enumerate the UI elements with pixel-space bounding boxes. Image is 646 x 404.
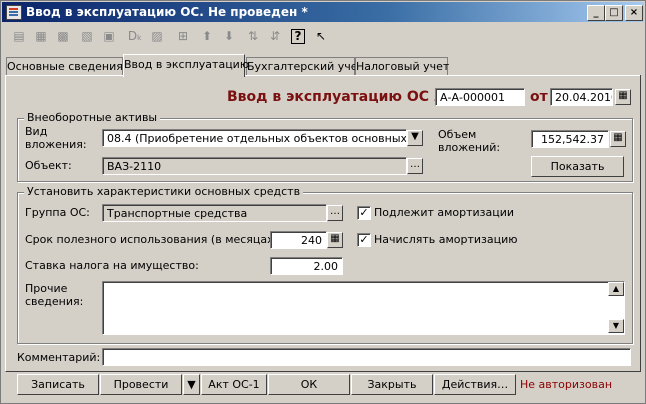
other-info-label-1: Прочие xyxy=(25,282,68,295)
maximize-button[interactable]: □ xyxy=(605,5,623,21)
title-bar[interactable]: Ввод в эксплуатацию ОС. Не проведен * _ … xyxy=(2,2,644,22)
depreciable-checkbox[interactable]: ✓ xyxy=(357,206,371,220)
post-icon[interactable]: Dₖ xyxy=(127,28,143,44)
minimize-button[interactable]: _ xyxy=(587,5,605,21)
delete-icon[interactable]: ▧ xyxy=(79,28,95,44)
accrue-depreciation-label: Начислять амортизацию xyxy=(374,233,518,246)
find-icon[interactable]: ⊞ xyxy=(175,28,191,44)
show-button[interactable]: Показать xyxy=(531,156,624,177)
comment-field[interactable] xyxy=(102,348,631,366)
tab-accounting[interactable]: Бухгалтерский учет xyxy=(246,57,364,76)
document-window: Ввод в эксплуатацию ОС. Не проведен * _ … xyxy=(0,0,646,404)
investment-type-label-2: вложения: xyxy=(25,138,87,151)
status-badge: Не авторизован xyxy=(520,378,613,391)
move-up-icon[interactable]: ⬆ xyxy=(199,28,215,44)
useful-life-field[interactable]: 240 xyxy=(270,231,327,249)
tab-main-info[interactable]: Основные сведения xyxy=(6,57,123,76)
amount-field[interactable]: 152,542.37 xyxy=(531,130,609,148)
scroll-up-icon[interactable]: ▲ xyxy=(608,282,624,296)
depreciable-label: Подлежит амортизации xyxy=(374,206,515,219)
date-field[interactable]: 20.04.2010 xyxy=(550,88,613,106)
ok-button[interactable]: ОК xyxy=(268,374,350,395)
calendar-icon[interactable]: ▦ xyxy=(615,89,631,105)
amount-label-2: вложений: xyxy=(438,141,501,154)
close-button[interactable]: × xyxy=(625,5,643,21)
date-label: от xyxy=(530,89,548,105)
copy-icon[interactable]: ▦ xyxy=(33,28,49,44)
amount-label-1: Объем xyxy=(438,128,477,141)
useful-life-label: Срок полезного использования (в месяцах)… xyxy=(25,233,282,246)
characteristics-legend: Установить характеристики основных средс… xyxy=(24,185,304,198)
noncurrent-assets-legend: Внеоборотные активы xyxy=(24,111,161,124)
act-os1-button[interactable]: Акт ОС-1 xyxy=(201,374,267,395)
scroll-down-icon[interactable]: ▼ xyxy=(608,319,624,333)
comment-label: Комментарий: xyxy=(17,351,101,364)
document-icon xyxy=(6,5,22,20)
group-os-field[interactable]: Транспортные средства xyxy=(102,204,327,222)
select-group-button[interactable]: … xyxy=(327,205,343,221)
post-menu-button[interactable]: ▼ xyxy=(183,374,200,395)
help-icon[interactable]: ? xyxy=(291,29,305,44)
tab-tax[interactable]: Налоговый учет xyxy=(355,57,449,76)
record-button[interactable]: Записать xyxy=(17,374,99,395)
actions-label: Действия xyxy=(441,378,498,391)
investment-type-select[interactable]: 08.4 (Приобретение отдельных объектов ос… xyxy=(102,129,407,147)
chevron-down-icon[interactable]: ▼ xyxy=(407,130,423,146)
group-os-label: Группа ОС: xyxy=(25,206,90,219)
tax-rate-label: Ставка налога на имущество: xyxy=(25,259,199,272)
cursor-help-icon[interactable]: ↖ xyxy=(313,28,329,44)
accrue-depreciation-checkbox[interactable]: ✓ xyxy=(357,233,371,247)
doc-number-field[interactable]: А-А-000001 xyxy=(435,88,525,106)
new-icon[interactable]: ▤ xyxy=(11,28,27,44)
move-down-icon[interactable]: ⬇ xyxy=(221,28,237,44)
calculator-icon[interactable]: ▦ xyxy=(327,232,343,248)
object-field[interactable]: ВАЗ-2110 xyxy=(102,157,407,175)
sort-asc-icon[interactable]: ⇅ xyxy=(245,28,261,44)
sort-desc-icon[interactable]: ⇵ xyxy=(267,28,283,44)
page-title: Ввод в эксплуатацию ОС № xyxy=(227,89,451,105)
delete-mark-icon[interactable]: ▩ xyxy=(55,28,71,44)
close-form-button[interactable]: Закрыть xyxy=(351,374,433,395)
object-label: Объект: xyxy=(25,159,72,172)
actions-button[interactable]: Действия… xyxy=(434,374,516,395)
structure-icon[interactable]: ▣ xyxy=(101,28,117,44)
calculator-icon[interactable]: ▦ xyxy=(610,131,626,147)
toolbar: ▤ ▦ ▩ ▧ ▣ Dₖ ▨ ⊞ ⬆ ⬇ ⇅ ⇵ ? ↖ xyxy=(3,25,643,49)
other-info-label-2: сведения: xyxy=(25,295,84,308)
tax-rate-field[interactable]: 2.00 xyxy=(270,257,343,275)
other-info-textarea[interactable] xyxy=(102,281,625,335)
post-button[interactable]: Провести xyxy=(100,374,182,395)
tab-commissioning[interactable]: Ввод в эксплуатацию xyxy=(123,54,249,77)
investment-type-label-1: Вид xyxy=(25,125,48,138)
select-object-button[interactable]: … xyxy=(407,158,423,174)
window-title: Ввод в эксплуатацию ОС. Не проведен * xyxy=(26,5,308,19)
unpost-icon[interactable]: ▨ xyxy=(149,28,165,44)
